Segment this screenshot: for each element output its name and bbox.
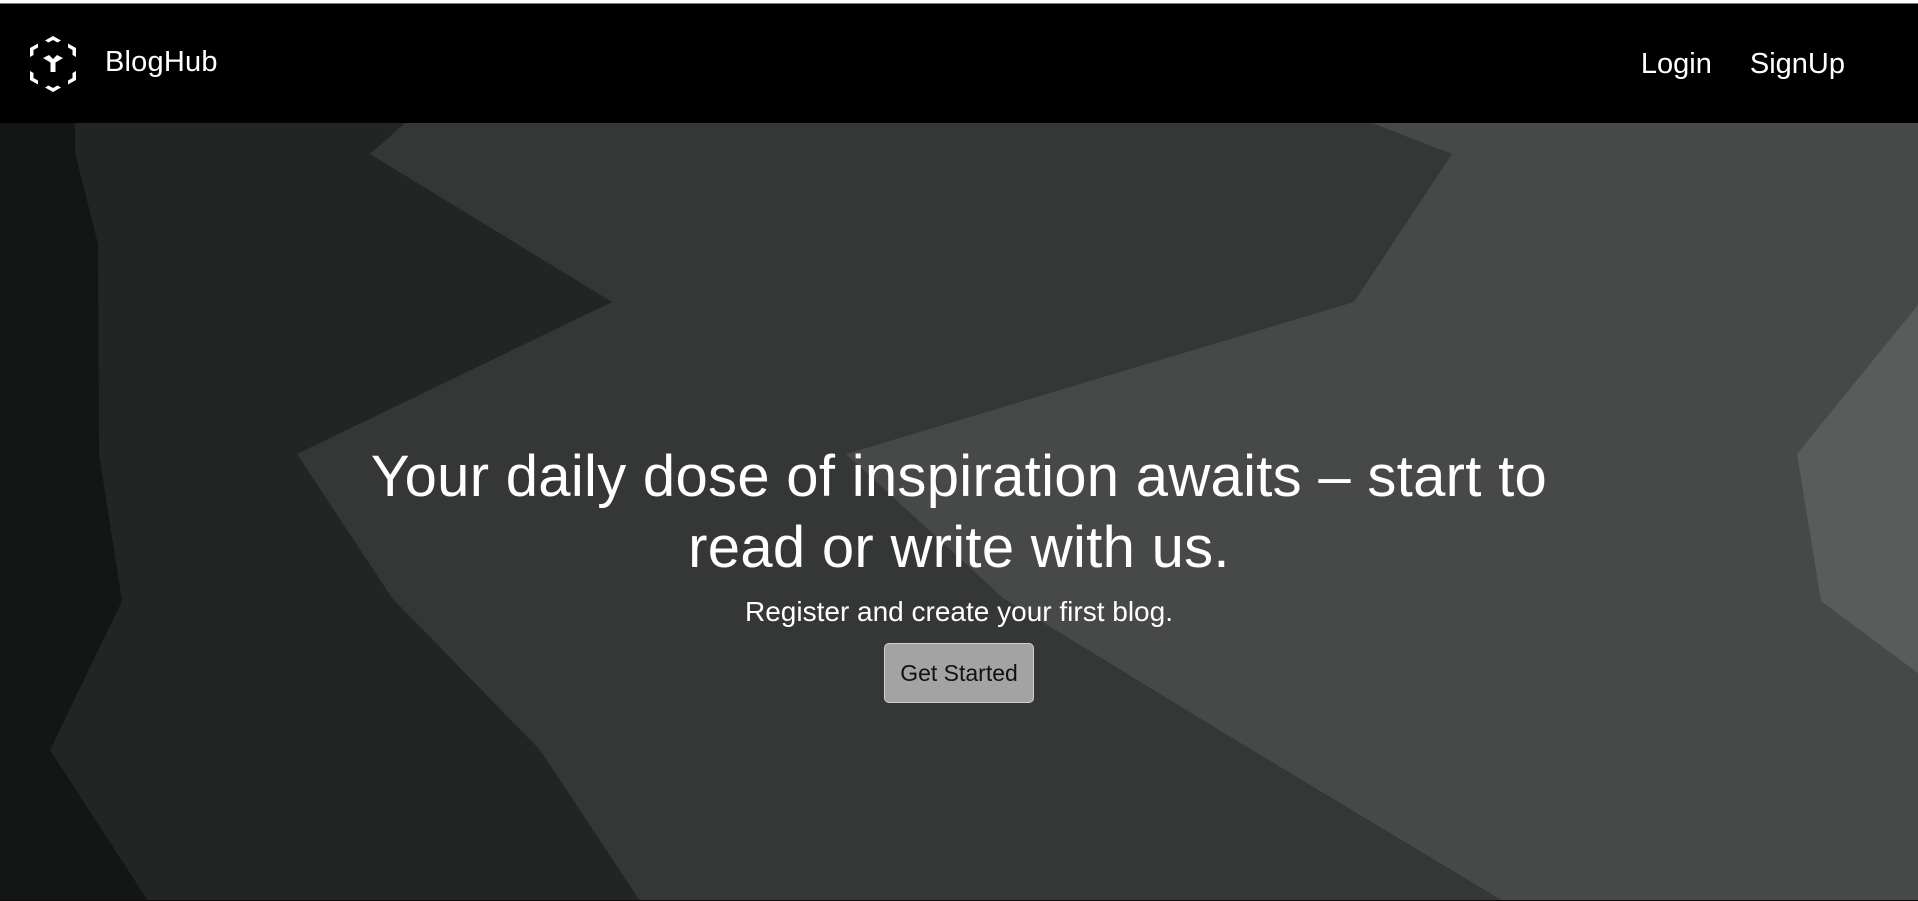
hero-content: Your daily dose of inspiration awaits – … [0, 441, 1918, 703]
navbar: BlogHub Login SignUp [0, 4, 1918, 123]
hero-subtitle: Register and create your first blog. [745, 596, 1173, 627]
signup-link[interactable]: SignUp [1750, 48, 1845, 81]
hero-headline: Your daily dose of inspiration awaits – … [370, 444, 1548, 580]
hexagon-cube-logo-icon [30, 36, 76, 92]
hero-section: Your daily dose of inspiration awaits – … [0, 123, 1918, 901]
brand[interactable]: BlogHub [27, 34, 218, 94]
brand-name: BlogHub [105, 45, 218, 78]
get-started-button[interactable]: Get Started [884, 643, 1034, 703]
login-link[interactable]: Login [1641, 48, 1712, 81]
nav-links: Login SignUp [1641, 48, 1845, 81]
